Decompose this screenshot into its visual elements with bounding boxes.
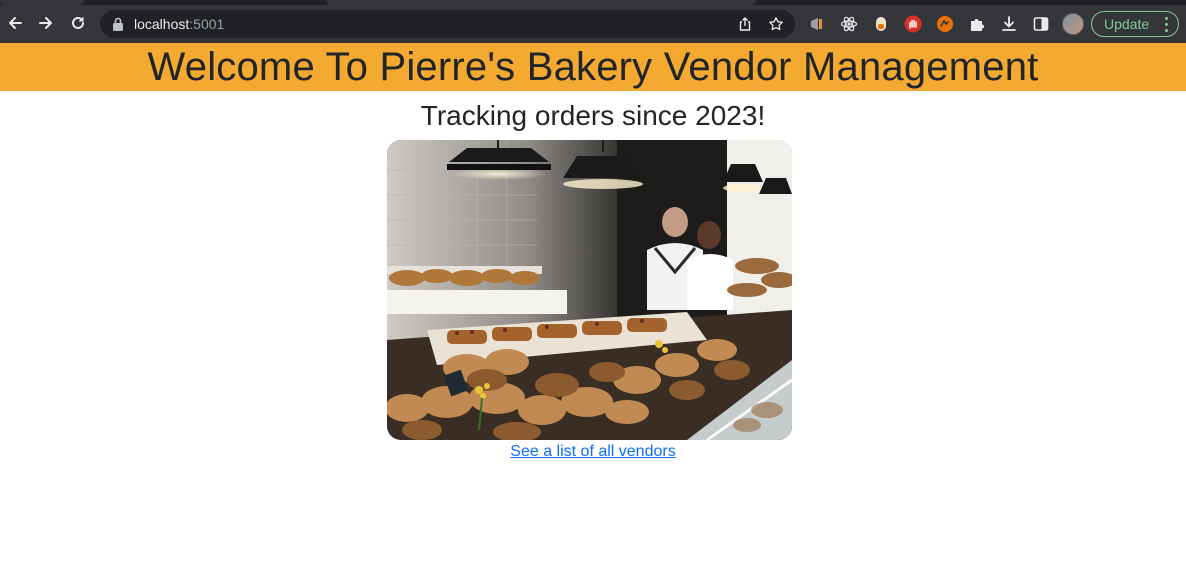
extension-icon[interactable] [872,15,890,33]
arrow-right-icon [39,17,52,29]
tab-active[interactable] [326,0,756,5]
reload-button[interactable] [67,12,89,34]
address-bar[interactable]: localhost:5001 [100,10,795,38]
browser-toolbar: localhost:5001 Update [0,0,1186,43]
download-icon[interactable] [1000,15,1018,33]
page-title: Welcome To Pierre's Bakery Vendor Manage… [147,45,1039,89]
bakery-photo-drawing [387,140,792,440]
header-banner: Welcome To Pierre's Bakery Vendor Manage… [0,43,1186,91]
extension-icon[interactable] [808,15,826,33]
kebab-menu-icon[interactable] [1165,17,1169,32]
url-text: localhost:5001 [134,16,224,32]
update-button[interactable]: Update [1091,11,1179,37]
star-icon[interactable] [768,16,784,32]
forward-button[interactable] [35,12,57,34]
react-icon[interactable] [840,15,858,33]
back-button[interactable] [4,12,26,34]
url-host: localhost [134,16,190,32]
stop-hand-icon[interactable] [904,15,922,33]
url-port: :5001 [189,16,225,32]
share-icon[interactable] [737,16,753,32]
update-label: Update [1104,16,1150,32]
sidepanel-icon[interactable] [1032,15,1050,33]
arrow-left-icon [9,17,22,29]
page-subtitle: Tracking orders since 2023! [420,100,766,131]
see-vendors-link[interactable]: See a list of all vendors [510,443,675,460]
puzzle-icon[interactable] [968,15,986,33]
extension-icon[interactable] [936,15,954,33]
avatar[interactable] [1062,13,1084,35]
reload-icon [72,16,84,29]
tab[interactable] [0,0,84,5]
bakery-photo [387,140,792,440]
lock-icon [113,17,123,31]
vendors-link-container: See a list of all vendors [0,442,1186,462]
